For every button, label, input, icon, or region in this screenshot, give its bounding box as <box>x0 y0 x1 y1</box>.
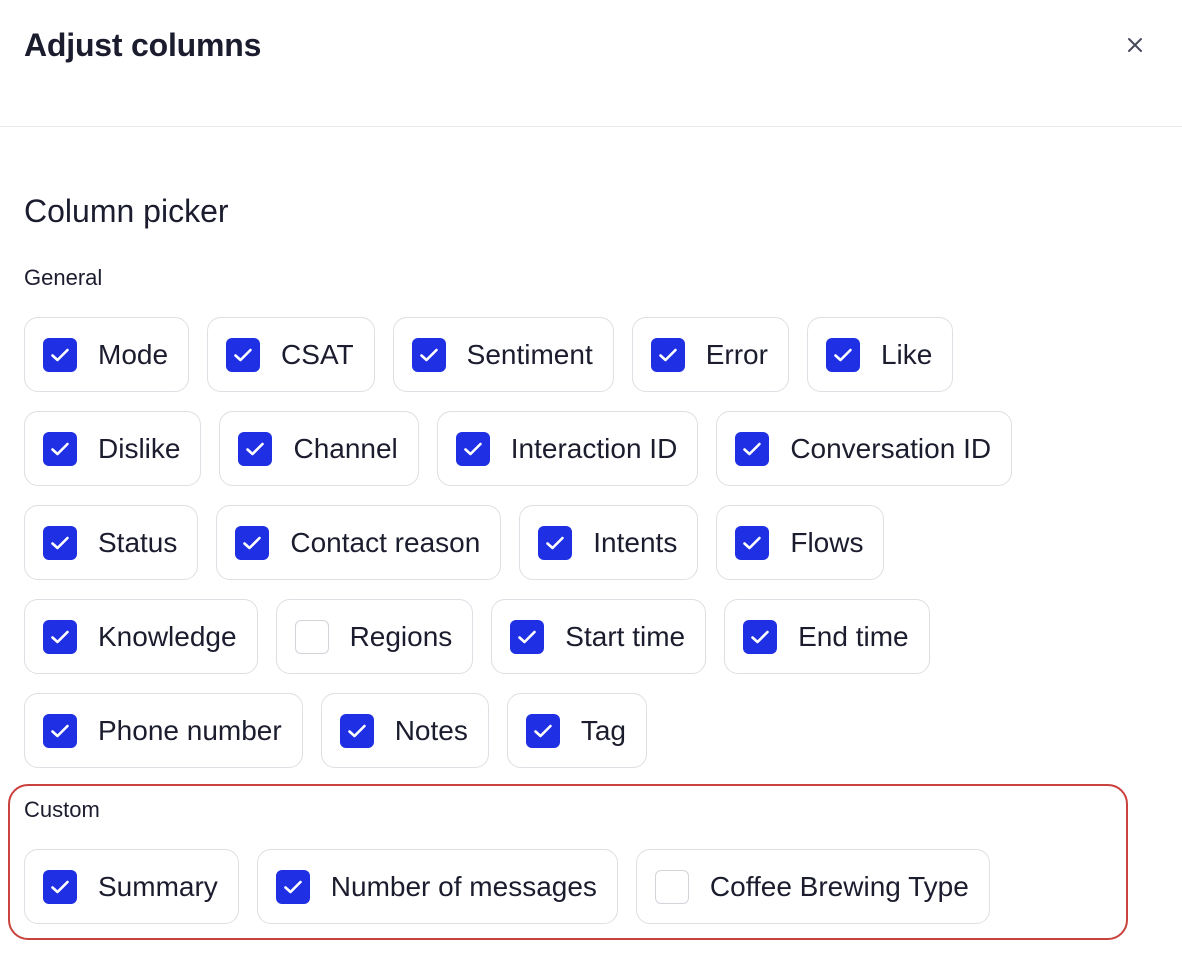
column-chip-number-of-messages[interactable]: Number of messages <box>256 849 618 924</box>
column-chip-notes[interactable]: Notes <box>320 693 489 768</box>
checkbox-checked-icon[interactable] <box>43 619 77 654</box>
column-chip-end-time[interactable]: End time <box>724 599 930 674</box>
chip-row: Dislike Channel Interaction ID Conversat… <box>24 411 1013 486</box>
column-chip-conversation-id[interactable]: Conversation ID <box>716 411 1013 486</box>
column-chip-sentiment[interactable]: Sentiment <box>392 317 614 392</box>
column-chip-label: Knowledge <box>98 620 237 652</box>
column-chip-csat[interactable]: CSAT <box>207 317 375 392</box>
checkbox-checked-icon[interactable] <box>538 525 573 560</box>
column-chip-label: Status <box>98 526 178 558</box>
column-chip-summary[interactable]: Summary <box>24 849 239 924</box>
checkbox-checked-icon[interactable] <box>510 619 545 654</box>
checkbox-checked-icon[interactable] <box>743 619 778 654</box>
chip-row: Phone number Notes Tag <box>24 693 647 768</box>
column-chip-label: Start time <box>565 620 686 652</box>
column-chip-error[interactable]: Error <box>631 317 789 392</box>
checkbox-checked-icon[interactable] <box>411 337 446 372</box>
column-chip-flows[interactable]: Flows <box>716 505 885 580</box>
column-chip-label: Error <box>705 338 768 370</box>
checkbox-checked-icon[interactable] <box>650 337 685 372</box>
checkbox-checked-icon[interactable] <box>825 337 860 372</box>
column-picker-title: Column picker <box>24 193 229 229</box>
dialog-header: Adjust columns <box>0 0 1182 127</box>
column-chip-label: Interaction ID <box>510 432 678 464</box>
checkbox-checked-icon[interactable] <box>525 713 560 748</box>
checkbox-checked-icon[interactable] <box>339 713 374 748</box>
checkbox-checked-icon[interactable] <box>235 525 270 560</box>
column-chip-label: Mode <box>98 338 169 370</box>
checkbox-checked-icon[interactable] <box>43 431 77 466</box>
chip-row: Status Contact reason Intents Flows <box>24 505 885 580</box>
checkbox-checked-icon[interactable] <box>43 525 77 560</box>
checkbox-checked-icon[interactable] <box>455 431 490 466</box>
column-chip-like[interactable]: Like <box>806 317 954 392</box>
checkbox-checked-icon[interactable] <box>735 431 770 466</box>
column-chip-status[interactable]: Status <box>24 505 199 580</box>
checkbox-checked-icon[interactable] <box>275 869 310 904</box>
column-chip-knowledge[interactable]: Knowledge <box>24 599 258 674</box>
chip-row: Knowledge Regions Start time End time <box>24 599 930 674</box>
checkbox-checked-icon[interactable] <box>43 337 77 372</box>
checkbox-unchecked-icon[interactable] <box>654 869 689 904</box>
column-chip-label: End time <box>798 620 909 652</box>
column-chip-label: Notes <box>394 714 468 746</box>
column-chip-label: Coffee Brewing Type <box>709 870 969 902</box>
column-chip-label: Tag <box>580 714 626 746</box>
column-chip-label: Sentiment <box>466 338 593 370</box>
close-icon <box>1128 38 1142 52</box>
chip-row: Summary Number of messages Coffee Brewin… <box>24 849 990 924</box>
column-chip-start-time[interactable]: Start time <box>491 599 707 674</box>
column-chip-label: Intents <box>593 526 678 558</box>
close-button[interactable] <box>1118 28 1152 62</box>
column-chip-mode[interactable]: Mode <box>24 317 190 392</box>
group-label-custom: Custom <box>24 797 100 822</box>
column-chip-label: Contact reason <box>290 526 481 558</box>
column-chip-coffee-brewing-type[interactable]: Coffee Brewing Type <box>635 849 990 924</box>
column-chip-interaction-id[interactable]: Interaction ID <box>436 411 699 486</box>
column-chip-label: Dislike <box>98 432 181 464</box>
checkbox-checked-icon[interactable] <box>43 869 77 904</box>
checkbox-unchecked-icon[interactable] <box>294 619 329 654</box>
column-chip-label: Summary <box>98 870 218 902</box>
column-chip-label: Flows <box>790 526 864 558</box>
column-chip-intents[interactable]: Intents <box>519 505 699 580</box>
column-chip-label: CSAT <box>281 338 354 370</box>
column-chip-label: Phone number <box>98 714 282 746</box>
column-chip-phone-number[interactable]: Phone number <box>24 693 303 768</box>
column-chip-label: Number of messages <box>330 870 597 902</box>
checkbox-checked-icon[interactable] <box>43 713 77 748</box>
column-chip-tag[interactable]: Tag <box>506 693 647 768</box>
column-chip-dislike[interactable]: Dislike <box>24 411 202 486</box>
checkbox-checked-icon[interactable] <box>226 337 261 372</box>
column-chip-regions[interactable]: Regions <box>275 599 474 674</box>
column-chip-channel[interactable]: Channel <box>219 411 419 486</box>
chip-row: Mode CSAT Sentiment Error Like <box>24 317 954 392</box>
column-chip-label: Regions <box>349 620 453 652</box>
column-chip-contact-reason[interactable]: Contact reason <box>216 505 502 580</box>
column-chip-label: Conversation ID <box>790 432 992 464</box>
checkbox-checked-icon[interactable] <box>735 525 770 560</box>
column-chip-label: Like <box>880 338 933 370</box>
group-label-general: General <box>24 265 103 290</box>
checkbox-checked-icon[interactable] <box>238 431 273 466</box>
column-chip-label: Channel <box>293 432 398 464</box>
dialog-title: Adjust columns <box>24 27 262 63</box>
